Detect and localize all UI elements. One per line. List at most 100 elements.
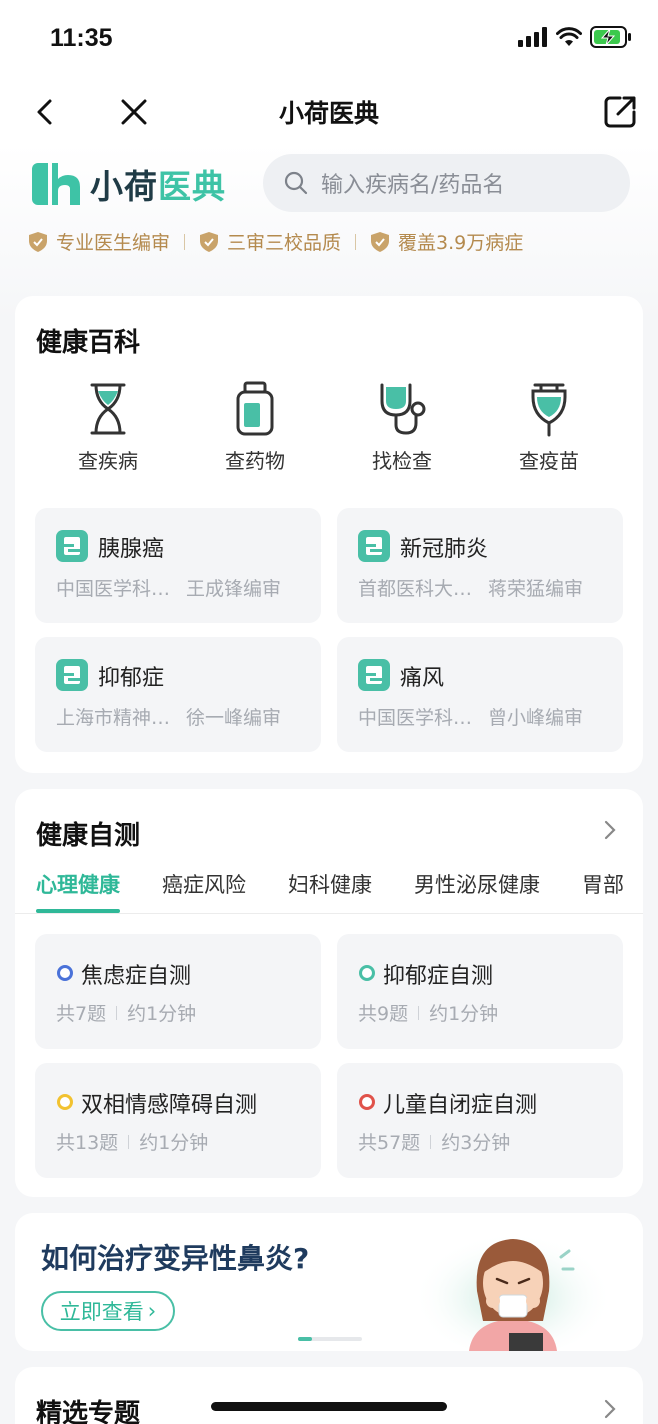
- disease-org: 上海市精神…: [56, 707, 171, 729]
- page-title: 小荷医典: [278, 99, 379, 128]
- test-item[interactable]: 双相情感障碍自测 共13题 约1分钟: [35, 1063, 321, 1178]
- disease-item[interactable]: 胰腺癌 中国医学科… 王成锋编审: [35, 508, 321, 623]
- self-test-card: 健康自测 心理健康 癌症风险 妇科健康 男性泌尿健康 胃部 焦虑症自测 共7题约…: [15, 789, 643, 1197]
- test-meta: 共57题 约3分钟: [358, 1128, 510, 1155]
- signal-icon: [518, 27, 547, 47]
- disease-meta: 中国医学科… 王成锋编审: [56, 574, 281, 601]
- shield-check-icon: [29, 231, 47, 252]
- divider: [128, 1134, 130, 1149]
- disease-item[interactable]: 新冠肺炎 首都医科大… 蒋荣猛编审: [337, 508, 623, 623]
- carousel-indicator-active: [298, 1337, 312, 1341]
- status-bar: 11:35: [0, 0, 658, 80]
- badge-label: 三审三校品质: [227, 232, 342, 254]
- test-duration: 约1分钟: [139, 1132, 209, 1154]
- search-placeholder: 输入疾病名/药品名: [321, 173, 505, 198]
- tab-gynecology[interactable]: 妇科健康: [288, 869, 372, 913]
- test-count: 共9题: [358, 1003, 409, 1025]
- brand-name-part2: 医典: [158, 167, 226, 206]
- shield-check-icon: [371, 231, 390, 252]
- divider: [430, 1134, 432, 1149]
- tab-male-urology[interactable]: 男性泌尿健康: [414, 869, 540, 913]
- category-vaccine[interactable]: 查疫苗: [499, 381, 599, 474]
- nav-bar: 小荷医典: [0, 80, 658, 144]
- category-exam[interactable]: 找检查: [352, 381, 452, 474]
- disease-meta: 上海市精神… 徐一峰编审: [56, 703, 281, 730]
- category-medicine[interactable]: 查药物: [205, 381, 305, 474]
- section-title: 健康百科: [36, 328, 141, 358]
- status-time: 11:35: [50, 24, 113, 52]
- disease-name: 胰腺癌: [98, 537, 165, 562]
- promo-banner[interactable]: 如何治疗变异性鼻炎? 立即查看 ›: [15, 1213, 643, 1351]
- divider: [15, 913, 643, 914]
- test-name: 双相情感障碍自测: [81, 1093, 258, 1118]
- encyclopedia-card: 健康百科 查疾病 查药物 找检查 查疫苗 胰腺癌 中国医学科… 王成锋编审 新冠…: [15, 296, 643, 773]
- search-input[interactable]: 输入疾病名/药品名: [263, 154, 630, 212]
- sneezing-person-illustration: [413, 1226, 613, 1351]
- tab-stomach[interactable]: 胃部: [582, 869, 624, 913]
- test-meta: 共7题 约1分钟: [56, 999, 196, 1026]
- test-item[interactable]: 抑郁症自测 共9题 约1分钟: [337, 934, 623, 1049]
- chevron-right-icon[interactable]: [599, 819, 621, 841]
- badge-item: 三审三校品质: [199, 228, 341, 255]
- test-item[interactable]: 儿童自闭症自测 共57题 约3分钟: [337, 1063, 623, 1178]
- section-title: 健康自测: [36, 821, 141, 851]
- test-name: 抑郁症自测: [383, 964, 494, 989]
- test-name: 儿童自闭症自测: [383, 1093, 538, 1118]
- share-icon[interactable]: [600, 92, 640, 132]
- search-icon: [284, 171, 308, 195]
- divider: [355, 233, 357, 250]
- section-title: 精选专题: [36, 1399, 141, 1424]
- button-label: 立即查看: [59, 1300, 144, 1324]
- book-icon: [358, 659, 390, 691]
- disease-item[interactable]: 痛风 中国医学科… 曾小峰编审: [337, 637, 623, 752]
- category-label: 找检查: [372, 449, 432, 473]
- status-dot: [57, 1094, 73, 1110]
- test-item[interactable]: 焦虑症自测 共7题 约1分钟: [35, 934, 321, 1049]
- status-dot: [359, 1094, 375, 1110]
- disease-org: 中国医学科…: [56, 578, 171, 600]
- book-icon: [56, 659, 88, 691]
- brand-name: 小荷医典: [90, 160, 226, 208]
- vaccine-icon: [531, 383, 567, 437]
- test-count: 共57题: [358, 1132, 421, 1154]
- disease-reviewer: 王成锋编审: [186, 578, 282, 600]
- disease-org: 首都医科大…: [358, 578, 473, 600]
- test-duration: 约3分钟: [441, 1132, 511, 1154]
- test-count: 共7题: [56, 1003, 107, 1025]
- disease-item[interactable]: 抑郁症 上海市精神… 徐一峰编审: [35, 637, 321, 752]
- carousel-indicator: [298, 1337, 362, 1341]
- chevron-right-icon[interactable]: [599, 1398, 621, 1420]
- status-dot: [57, 965, 73, 981]
- disease-name: 新冠肺炎: [400, 537, 489, 562]
- brand-logo: 小荷医典: [28, 160, 226, 208]
- test-name: 焦虑症自测: [81, 964, 192, 989]
- badge-item: 覆盖3.9万病症: [370, 228, 523, 255]
- divider: [418, 1005, 420, 1020]
- category-disease[interactable]: 查疾病: [58, 381, 158, 474]
- badge-label: 覆盖3.9万病症: [398, 232, 524, 254]
- wifi-icon: [556, 27, 582, 46]
- category-label: 查药物: [225, 449, 285, 473]
- brand-name-part1: 小荷: [90, 167, 158, 206]
- tab-mental-health[interactable]: 心理健康: [36, 869, 120, 913]
- divider: [184, 233, 186, 250]
- view-now-button[interactable]: 立即查看 ›: [41, 1291, 175, 1331]
- self-test-tabs: 心理健康 癌症风险 妇科健康 男性泌尿健康 胃部: [36, 869, 643, 913]
- badge-item: 专业医生编审: [28, 228, 170, 255]
- dna-icon: [90, 383, 126, 435]
- test-duration: 约1分钟: [127, 1003, 197, 1025]
- disease-meta: 中国医学科… 曾小峰编审: [358, 703, 583, 730]
- book-icon: [56, 530, 88, 562]
- status-icons: [518, 26, 632, 48]
- logo-mark-icon: [32, 163, 80, 205]
- badge-label: 专业医生编审: [56, 232, 171, 254]
- chevron-right-icon: ›: [147, 1299, 157, 1323]
- disease-reviewer: 蒋荣猛编审: [488, 578, 584, 600]
- tab-cancer-risk[interactable]: 癌症风险: [162, 869, 246, 913]
- test-meta: 共9题 约1分钟: [358, 999, 498, 1026]
- home-indicator[interactable]: [211, 1402, 447, 1411]
- status-dot: [359, 965, 375, 981]
- disease-meta: 首都医科大… 蒋荣猛编审: [358, 574, 583, 601]
- disease-reviewer: 曾小峰编审: [488, 707, 584, 729]
- disease-reviewer: 徐一峰编审: [186, 707, 282, 729]
